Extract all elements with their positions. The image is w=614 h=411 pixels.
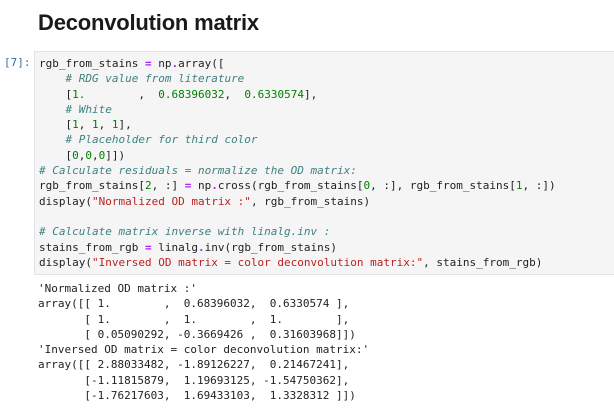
code-token: 1 (72, 118, 79, 132)
code-token: [ (39, 118, 73, 132)
code-line: [1, 1, 1], (39, 118, 132, 132)
cell-execution-count: [7]: (4, 56, 31, 69)
code-token: ], (303, 87, 318, 101)
output-line: [ 1. , 1. , 1. ], (38, 312, 350, 326)
code-line: # Placeholder for third color (39, 133, 258, 146)
code-token: 0.68396032 (158, 87, 225, 101)
code-token: # Calculate matrix inverse with linalg.i… (39, 225, 331, 239)
code-token: ]]) (105, 148, 126, 162)
code-line: rgb_from_stains[2, :] = np.cross(rgb_fro… (39, 179, 556, 192)
output-line: [-1.76217603, 1.69433103, 1.3328312 ]]) (38, 389, 356, 403)
output-line: [-1.11815879, 1.19693125, -1.54750362], (38, 373, 350, 387)
output-line: array([[ 2.88033482, -1.89126227, 0.2146… (38, 358, 350, 372)
cell-output-area: 'Normalized OD matrix :' array([[ 1. , 0… (34, 281, 614, 411)
code-line: # Calculate residuals = normalize the OD… (39, 164, 357, 177)
code-token: 1. (72, 87, 86, 101)
code-token: array([ (178, 57, 225, 70)
code-token: display( (39, 194, 92, 208)
code-token: linalg (151, 240, 198, 254)
output-line: [ 0.05090292, -0.3669426 , 0.31603968]]) (38, 327, 356, 341)
code-line: # White (39, 103, 112, 116)
code-token: np (151, 57, 172, 70)
code-token: 0.6330574 (244, 87, 304, 101)
code-line: [0,0,0]]) (39, 149, 125, 162)
code-line: display("Inversed OD matrix = color deco… (39, 256, 542, 269)
code-token: 2 (144, 179, 152, 193)
code-line: # RDG value from literature (39, 72, 245, 86)
code-token: # RDG value from literature (65, 72, 245, 86)
code-token: = (144, 240, 152, 254)
code-token: np (191, 179, 212, 193)
code-token: [ (39, 87, 73, 101)
code-token: [ (39, 148, 73, 162)
code-token: "Inversed OD matrix = color deconvolutio… (91, 255, 424, 269)
code-token: # Calculate residuals = normalize the OD… (39, 164, 357, 178)
code-token: rgb_from_stains (39, 57, 145, 70)
code-token: , (98, 118, 112, 132)
code-token: . (211, 179, 218, 193)
code-token: , (85, 87, 159, 101)
code-token: , rgb_from_stains) (250, 194, 371, 208)
code-token: inv(rgb_from_stains) (204, 240, 338, 254)
code-token: cross(rgb_from_stains[ (217, 179, 364, 193)
code-token: , :]) (522, 179, 556, 193)
code-token: rgb_from_stains[ (39, 179, 145, 193)
output-line: 'Normalized OD matrix :' (38, 282, 197, 295)
code-line: rgb_from_stains = np.array([ (39, 57, 224, 70)
code-line: [1. , 0.68396032, 0.6330574], (39, 88, 317, 101)
code-token: , (78, 118, 92, 132)
code-token: = (144, 57, 152, 70)
section-heading: Deconvolution matrix (38, 10, 259, 35)
code-line: display("Normalized OD matrix :", rgb_fr… (39, 195, 370, 208)
code-token: , (92, 148, 99, 162)
code-token: , :] (151, 179, 185, 193)
cell-output-text: 'Normalized OD matrix :' array([[ 1. , 0… (34, 281, 614, 403)
code-token: "Normalized OD matrix :" (91, 194, 251, 208)
code-token: stains_from_rgb (39, 240, 145, 254)
code-token: , :], rgb_from_stains[ (370, 179, 516, 193)
code-token: ], (118, 118, 132, 132)
code-token: . (197, 240, 205, 254)
code-line: # Calculate matrix inverse with linalg.i… (39, 225, 330, 238)
code-token: 1 (92, 118, 99, 132)
code-cell-editor[interactable]: rgb_from_stains = np.array([ # RDG value… (34, 51, 614, 275)
code-token: , stains_from_rgb) (423, 255, 543, 269)
code-token: display( (39, 255, 92, 269)
code-token: 0 (72, 148, 79, 162)
code-line: stains_from_rgb = linalg.inv(rgb_from_st… (39, 241, 337, 254)
code-token: , (224, 87, 245, 101)
output-line: array([[ 1. , 0.68396032, 0.6330574 ], (38, 297, 350, 311)
code-token: 1 (111, 118, 119, 132)
code-token: # Placeholder for third color (65, 133, 258, 147)
output-line: 'Inversed OD matrix = color deconvolutio… (38, 343, 370, 357)
code-token: 0 (85, 148, 92, 162)
code-token: 1 (515, 179, 523, 193)
code-source[interactable]: rgb_from_stains = np.array([ # RDG value… (35, 52, 614, 270)
code-token: # White (65, 102, 112, 116)
